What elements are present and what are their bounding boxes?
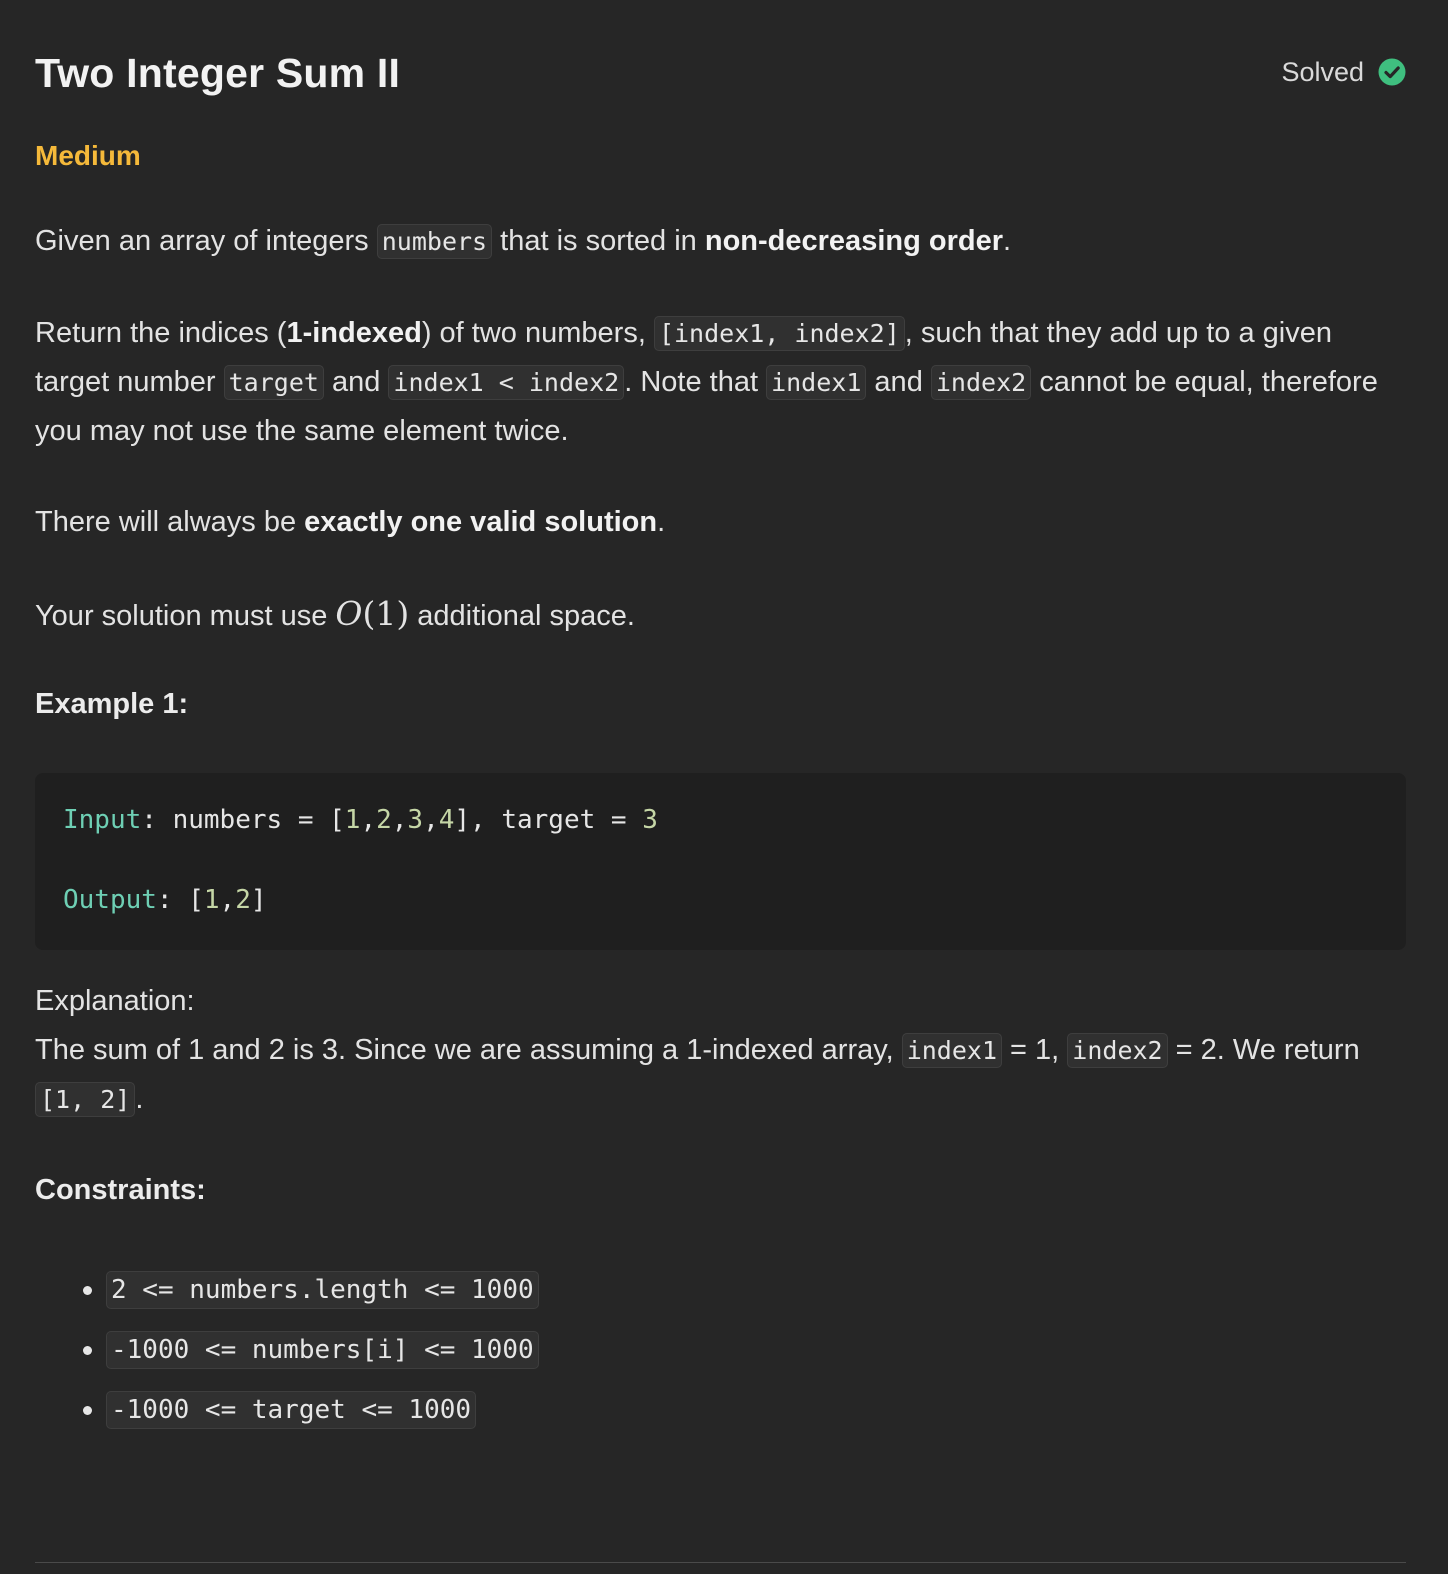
check-circle-icon (1378, 58, 1406, 86)
input-keyword: Input (63, 805, 142, 835)
description-paragraph-1: Given an array of integers numbers that … (35, 217, 1406, 266)
constraint-code: -1000 <= target <= 1000 (106, 1391, 477, 1429)
constraint-item: -1000 <= target <= 1000 (83, 1380, 539, 1440)
example-input-line: Input: numbers = [1,2,3,4], target = 3 (63, 805, 658, 835)
code-text: , (219, 885, 236, 915)
text: Your solution must use (35, 600, 336, 632)
example-code-block: Input: numbers = [1,2,3,4], target = 3 O… (35, 773, 1406, 950)
text: . (657, 506, 666, 538)
constraint-code: -1000 <= numbers[i] <= 1000 (106, 1331, 539, 1369)
inline-code: [1, 2] (35, 1082, 136, 1117)
text: and (866, 366, 931, 398)
inline-code: index1 (901, 1033, 1002, 1068)
number: 3 (407, 805, 424, 835)
difficulty-badge: Medium (35, 140, 141, 171)
constraint-item: -1000 <= numbers[i] <= 1000 (83, 1320, 539, 1380)
inline-code: index2 (1067, 1033, 1168, 1068)
inline-code: index1 (766, 365, 867, 400)
inline-code: index1 < index2 (388, 365, 625, 400)
code-text: : numbers = [ (141, 805, 345, 835)
number: 4 (438, 805, 455, 835)
number: 3 (642, 805, 658, 835)
text: = 1, (1002, 1034, 1068, 1066)
explanation-text: The sum of 1 and 2 is 3. Since we are as… (35, 1026, 1406, 1124)
bullet-icon (83, 1405, 92, 1415)
solved-label: Solved (1281, 56, 1364, 87)
text: . (1003, 225, 1012, 257)
code-text: , (360, 805, 377, 835)
inline-code: numbers (376, 224, 493, 259)
text: additional space. (409, 600, 635, 632)
description-paragraph-2: Return the indices (1-indexed) of two nu… (35, 309, 1406, 456)
explanation-label: Explanation: (35, 985, 195, 1017)
inline-code: target (223, 365, 324, 400)
bullet-icon (83, 1345, 92, 1355)
math-expression: O(1) (335, 594, 409, 633)
bullet-icon (83, 1285, 92, 1295)
bold-text: non-decreasing order (704, 225, 1003, 257)
text: . Note that (624, 366, 767, 398)
code-text: , (391, 805, 408, 835)
example-heading: Example 1: (35, 688, 189, 720)
text: that is sorted in (492, 225, 705, 257)
text: ) of two numbers, (421, 317, 654, 349)
code-text: : [ (156, 885, 204, 915)
text: There will always be (35, 506, 305, 538)
constraints-list: 2 <= numbers.length <= 1000 -1000 <= num… (83, 1260, 539, 1440)
description-paragraph-3: There will always be exactly one valid s… (35, 498, 1406, 547)
constraint-item: 2 <= numbers.length <= 1000 (83, 1260, 539, 1320)
number: 1 (344, 805, 361, 835)
code-text: ] (250, 885, 267, 915)
description-paragraph-4: Your solution must use O(1) additional s… (35, 589, 1406, 641)
text: and (323, 366, 389, 398)
number: 2 (376, 805, 392, 835)
text: Given an array of integers (35, 225, 377, 257)
text: The sum of 1 and 2 is 3. Since we are as… (35, 1034, 902, 1066)
solved-status: Solved (1281, 56, 1406, 88)
problem-title: Two Integer Sum II (35, 50, 401, 96)
math-o: O (335, 594, 363, 633)
math-args: (1) (362, 594, 410, 633)
constraint-code: 2 <= numbers.length <= 1000 (106, 1271, 539, 1309)
code-text: , (423, 805, 439, 835)
constraints-heading: Constraints: (35, 1174, 206, 1206)
section-divider (35, 1562, 1406, 1563)
text: . (135, 1083, 144, 1115)
bold-text: 1-indexed (286, 317, 422, 349)
number: 2 (235, 885, 251, 915)
inline-code: [index1, index2] (653, 316, 905, 351)
output-keyword: Output (63, 885, 157, 915)
example-output-line: Output: [1,2] (63, 885, 267, 915)
text: = 2. We return (1167, 1034, 1360, 1066)
problem-header: Two Integer Sum II Solved (35, 48, 1406, 98)
inline-code: index2 (930, 365, 1032, 400)
text: Return the indices ( (35, 317, 287, 349)
number: 1 (203, 885, 220, 915)
code-text: ], target = (454, 805, 643, 835)
bold-text: exactly one valid solution (304, 506, 658, 538)
